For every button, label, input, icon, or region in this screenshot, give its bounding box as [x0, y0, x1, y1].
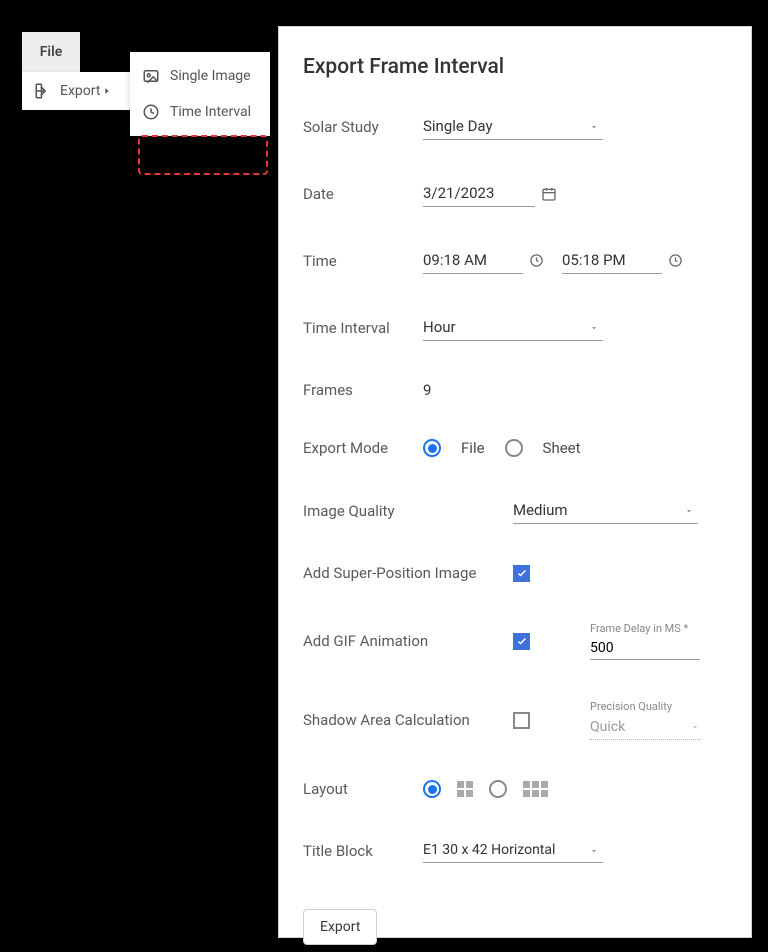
export-mode-label: Export Mode	[303, 439, 423, 457]
date-field[interactable]: 3/21/2023	[423, 180, 557, 207]
submenu-single-image[interactable]: Single Image	[130, 58, 270, 94]
export-icon	[34, 82, 52, 100]
precision-quality-select[interactable]: Quick	[590, 715, 700, 740]
check-icon	[516, 635, 528, 647]
solar-study-label: Solar Study	[303, 118, 423, 136]
image-quality-select[interactable]: Medium	[513, 497, 698, 524]
title-block-value: E1 30 x 42 Horizontal	[423, 838, 603, 863]
export-submenu: Single Image Time Interval	[130, 52, 270, 136]
image-quality-label: Image Quality	[303, 502, 423, 520]
clock-icon	[668, 253, 683, 268]
check-icon	[516, 567, 528, 579]
image-icon	[142, 67, 160, 85]
title-block-label: Title Block	[303, 842, 423, 860]
precision-quality-value: Quick	[590, 719, 625, 735]
layout-radio-multi[interactable]	[489, 780, 507, 798]
frame-delay-label: Frame Delay in MS *	[590, 622, 700, 635]
time-end-field[interactable]: 05:18 PM	[562, 247, 683, 274]
gif-checkbox[interactable]	[513, 633, 530, 650]
time-interval-select[interactable]: Hour	[423, 314, 603, 341]
super-position-checkbox[interactable]	[513, 565, 530, 582]
export-frame-interval-dialog: Export Frame Interval Solar Study Single…	[278, 26, 752, 938]
export-menu-item[interactable]: Export	[22, 72, 132, 110]
dropdown-icon	[690, 722, 700, 732]
date-label: Date	[303, 185, 423, 203]
solar-study-value: Single Day	[423, 113, 603, 140]
file-menu[interactable]: File	[22, 32, 80, 72]
export-menu-label: Export	[60, 83, 100, 99]
layout-grid6-icon	[523, 781, 548, 797]
gif-label: Add GIF Animation	[303, 632, 513, 650]
clock-icon	[529, 253, 544, 268]
shadow-area-label: Shadow Area Calculation	[303, 711, 513, 729]
radio-file-label: File	[461, 439, 485, 457]
submenu-time-interval[interactable]: Time Interval	[130, 94, 270, 130]
radio-file[interactable]	[423, 439, 441, 457]
title-block-select[interactable]: E1 30 x 42 Horizontal	[423, 838, 603, 863]
highlight-annotation	[138, 135, 268, 175]
time-interval-value: Hour	[423, 314, 603, 341]
shadow-area-checkbox[interactable]	[513, 712, 530, 729]
calendar-icon	[541, 186, 557, 202]
frames-value: 9	[423, 381, 431, 399]
time-interval-label: Time Interval	[303, 319, 423, 337]
image-quality-value: Medium	[513, 497, 698, 524]
date-value: 3/21/2023	[423, 180, 535, 207]
super-position-label: Add Super-Position Image	[303, 564, 513, 582]
dialog-title: Export Frame Interval	[303, 55, 727, 79]
frames-label: Frames	[303, 381, 423, 399]
time-end-value: 05:18 PM	[562, 247, 662, 274]
submenu-time-interval-label: Time Interval	[170, 104, 251, 120]
chevron-right-icon	[102, 86, 112, 96]
precision-quality-label: Precision Quality	[590, 700, 700, 713]
frame-delay-input[interactable]	[590, 637, 700, 660]
layout-grid4-icon	[457, 781, 473, 797]
time-label: Time	[303, 252, 423, 270]
time-start-value: 09:18 AM	[423, 247, 523, 274]
time-start-field[interactable]: 09:18 AM	[423, 247, 544, 274]
layout-label: Layout	[303, 780, 423, 798]
solar-study-select[interactable]: Single Day	[423, 113, 603, 140]
layout-radio-single[interactable]	[423, 780, 441, 798]
radio-sheet-label: Sheet	[543, 439, 581, 457]
export-button[interactable]: Export	[303, 909, 377, 945]
submenu-single-image-label: Single Image	[170, 68, 251, 84]
radio-sheet[interactable]	[505, 439, 523, 457]
clock-icon	[142, 103, 160, 121]
